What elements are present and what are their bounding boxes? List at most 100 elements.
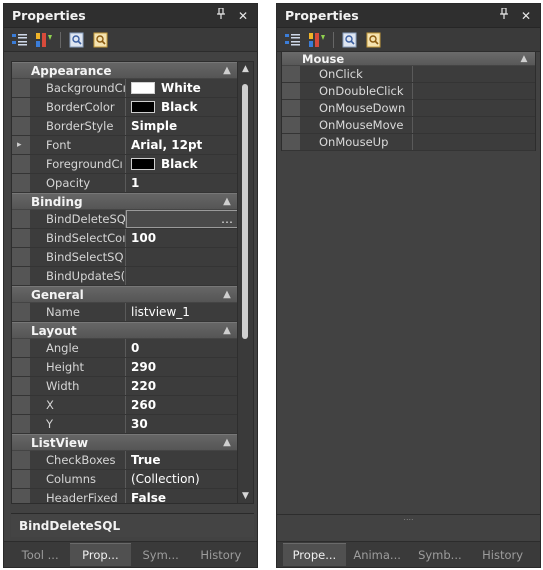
- scroll-up-icon[interactable]: ▲: [238, 62, 253, 76]
- tab-tool[interactable]: Tool ...: [10, 544, 70, 566]
- property-row[interactable]: Height 290: [12, 358, 238, 377]
- tab-symb[interactable]: Symb...: [409, 544, 472, 566]
- property-value[interactable]: False: [126, 489, 238, 503]
- property-row[interactable]: Width 220: [12, 377, 238, 396]
- property-value[interactable]: 0: [126, 339, 238, 357]
- tab-history[interactable]: History: [471, 544, 534, 566]
- events-view-icon[interactable]: [364, 31, 384, 49]
- category-row[interactable]: General ▲: [12, 286, 238, 303]
- property-value-text: True: [131, 453, 161, 467]
- collapse-chevron-icon[interactable]: ▲: [220, 196, 234, 207]
- property-row[interactable]: X 260: [12, 396, 238, 415]
- property-row[interactable]: BackgroundCı White: [12, 79, 238, 98]
- event-value[interactable]: [413, 100, 535, 116]
- alphabetical-icon[interactable]: [34, 31, 54, 49]
- property-row[interactable]: Y 30: [12, 415, 238, 434]
- property-row[interactable]: ForegroundCı Black: [12, 155, 238, 174]
- property-value[interactable]: …: [126, 210, 238, 228]
- row-gutter: [282, 117, 300, 133]
- scroll-down-icon[interactable]: ▼: [238, 489, 253, 503]
- property-value[interactable]: Black: [126, 98, 238, 116]
- property-row[interactable]: HeaderFixed False: [12, 489, 238, 503]
- close-icon[interactable]: ✕: [235, 9, 251, 23]
- scroll-thumb[interactable]: [242, 84, 248, 339]
- property-value[interactable]: 260: [126, 396, 238, 414]
- property-value[interactable]: 220: [126, 377, 238, 395]
- property-value-text: Black: [161, 100, 198, 114]
- pin-icon[interactable]: [496, 7, 512, 23]
- event-row[interactable]: OnDoubleClick: [282, 83, 535, 100]
- expand-arrow-icon[interactable]: ▸: [17, 140, 22, 150]
- property-name: BorderColor: [30, 98, 126, 116]
- grid-scrollbar[interactable]: ▲ ▼: [237, 62, 253, 503]
- event-value[interactable]: [413, 66, 535, 82]
- collapse-chevron-icon[interactable]: ▲: [220, 325, 234, 336]
- property-value[interactable]: 100: [126, 229, 238, 247]
- pin-icon[interactable]: [213, 7, 229, 23]
- property-value-text: 100: [131, 231, 157, 245]
- categorized-icon[interactable]: [10, 31, 30, 49]
- property-row[interactable]: Angle 0: [12, 339, 238, 358]
- property-row[interactable]: BindUpdateS(: [12, 267, 238, 286]
- panel-splitter[interactable]: ....: [277, 514, 540, 523]
- collapse-chevron-icon[interactable]: ▲: [517, 54, 531, 64]
- property-description: BindDeleteSQL: [11, 513, 254, 537]
- property-row[interactable]: Opacity 1: [12, 174, 238, 193]
- panel-title: Properties: [12, 8, 86, 23]
- category-row[interactable]: Binding ▲: [12, 193, 238, 210]
- property-row[interactable]: BorderColor Black: [12, 98, 238, 117]
- collapse-chevron-icon[interactable]: ▲: [220, 65, 234, 76]
- event-value[interactable]: [413, 117, 535, 133]
- category-row[interactable]: Mouse ▲: [282, 52, 535, 66]
- category-row[interactable]: Layout ▲: [12, 322, 238, 339]
- tab-prope[interactable]: Prope...: [283, 543, 346, 566]
- property-value[interactable]: 1: [126, 174, 238, 192]
- property-value[interactable]: [126, 248, 238, 266]
- category-row[interactable]: ListView ▲: [12, 434, 238, 451]
- properties-view-icon[interactable]: [340, 31, 360, 49]
- tab-prop[interactable]: Prop...: [70, 543, 131, 566]
- property-row[interactable]: BindSelectSQ: [12, 248, 238, 267]
- property-value[interactable]: listview_1: [126, 303, 238, 321]
- category-label: Binding: [31, 194, 83, 209]
- property-value[interactable]: True: [126, 451, 238, 469]
- property-row[interactable]: BorderStyle Simple: [12, 117, 238, 136]
- collapse-chevron-icon[interactable]: ▲: [220, 289, 234, 300]
- event-row[interactable]: OnMouseUp: [282, 134, 535, 151]
- property-row[interactable]: Columns (Collection): [12, 470, 238, 489]
- tab-anima[interactable]: Anima...: [346, 544, 409, 566]
- property-value[interactable]: (Collection): [126, 470, 238, 488]
- close-icon[interactable]: ✕: [518, 9, 534, 23]
- ellipsis-button[interactable]: …: [221, 212, 233, 226]
- property-value[interactable]: [126, 267, 238, 285]
- color-swatch: [131, 101, 155, 113]
- categorized-icon[interactable]: [283, 31, 303, 49]
- event-row[interactable]: OnClick: [282, 66, 535, 83]
- tab-history[interactable]: History: [191, 544, 251, 566]
- property-value-text: 260: [131, 398, 157, 412]
- property-value[interactable]: White: [126, 79, 238, 97]
- property-row[interactable]: BindSelectCoı 100: [12, 229, 238, 248]
- property-value-text: 220: [131, 379, 157, 393]
- property-row[interactable]: CheckBoxes True: [12, 451, 238, 470]
- collapse-chevron-icon[interactable]: ▲: [220, 437, 234, 448]
- property-row[interactable]: Name listview_1: [12, 303, 238, 322]
- property-value[interactable]: Black: [126, 155, 238, 173]
- property-value[interactable]: Simple: [126, 117, 238, 135]
- events-view-icon[interactable]: [91, 31, 111, 49]
- event-row[interactable]: OnMouseMove: [282, 117, 535, 134]
- property-value[interactable]: 290: [126, 358, 238, 376]
- properties-view-icon[interactable]: [67, 31, 87, 49]
- property-row[interactable]: BindDeleteSQ…: [12, 210, 238, 229]
- property-row[interactable]: ▸ Font Arial, 12pt: [12, 136, 238, 155]
- tab-sym[interactable]: Sym...: [131, 544, 191, 566]
- event-value[interactable]: [413, 134, 535, 150]
- event-row[interactable]: OnMouseDown: [282, 100, 535, 117]
- event-name: OnMouseUp: [300, 134, 413, 150]
- property-value[interactable]: 30: [126, 415, 238, 433]
- event-value[interactable]: [413, 83, 535, 99]
- property-value[interactable]: Arial, 12pt: [126, 136, 238, 154]
- panel-title: Properties: [285, 8, 359, 23]
- alphabetical-icon[interactable]: [307, 31, 327, 49]
- category-row[interactable]: Appearance ▲: [12, 62, 238, 79]
